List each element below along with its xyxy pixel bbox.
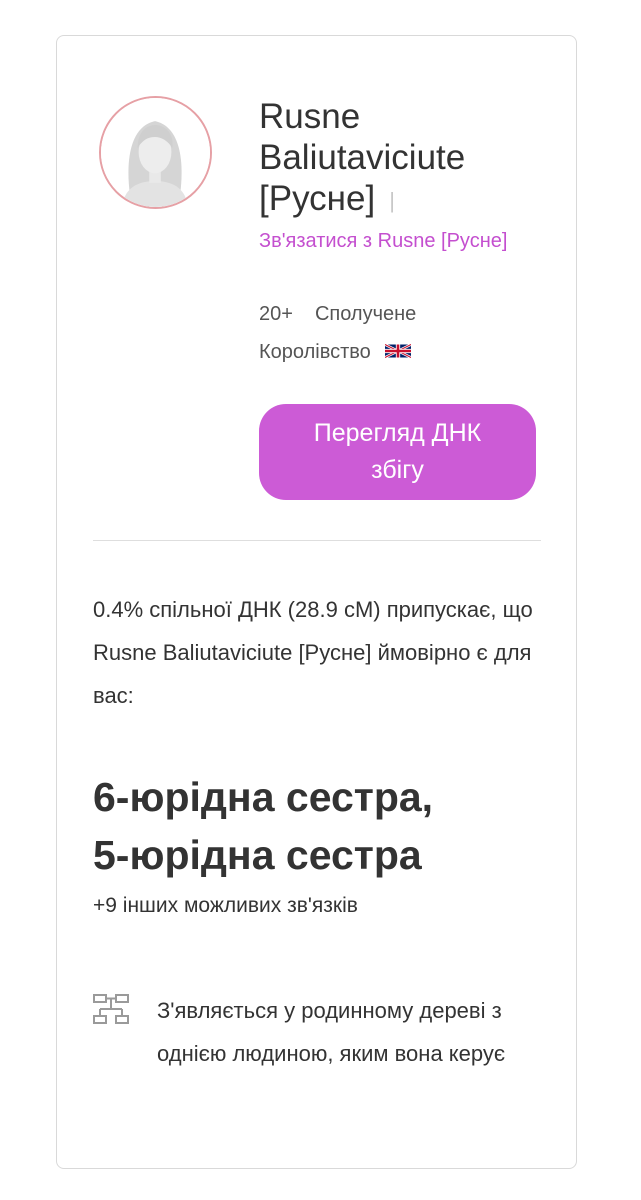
member-name-line: Rusne [259,97,361,136]
predicted-relationship: 6-юрідна сестра, 5-юрідна сестра [93,768,538,884]
view-dna-match-button[interactable]: Перегляд ДНК збігу [259,404,536,500]
contact-member-link[interactable]: Зв'язатися з Rusne [Русне] [259,222,519,261]
relationship-line: 5-юрідна сестра [93,832,422,878]
member-name-line: Baliutaviciute [259,138,466,177]
divider [93,540,541,541]
female-avatar-placeholder-icon[interactable] [99,96,212,209]
age-range: 20+ [259,303,293,325]
uk-flag-icon [384,342,411,360]
relationship-line: 6-юрідна сестра, [93,774,434,820]
member-name-line: [Русне] [259,179,376,218]
member-name[interactable]: Rusne Baliutaviciute [Русне] | [259,96,549,221]
match-card: Rusne Baliutaviciute [Русне] | Зв'язатися… [56,35,577,1169]
family-tree-icon [93,994,129,1024]
family-tree-info: З'являється у родинному дереві з однією … [157,998,506,1066]
name-separator: | [389,188,395,214]
more-relationships-link[interactable]: +9 інших можливих зв'язків [93,891,538,921]
member-meta: 20+ Сполучене Королівство [259,295,519,371]
shared-dna-summary: 0.4% спільної ДНК (28.9 сМ) припускає, щ… [93,597,533,708]
